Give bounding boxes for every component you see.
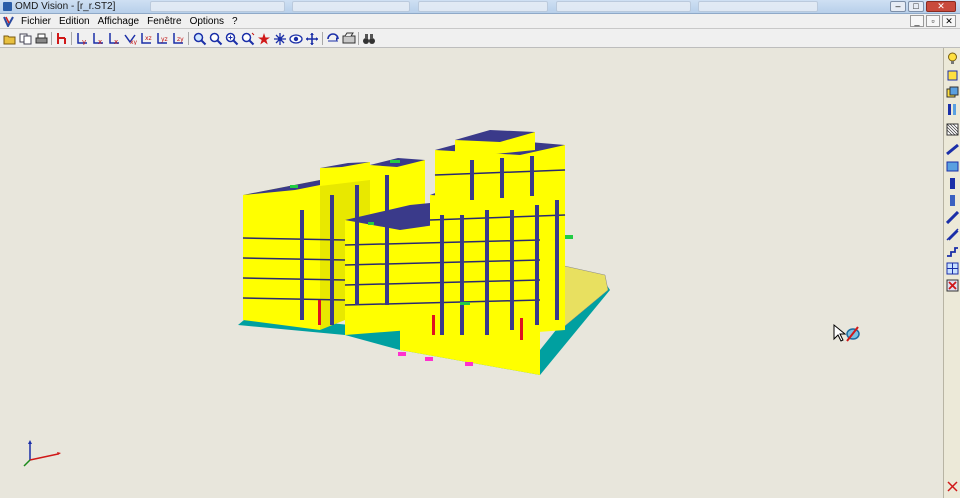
svg-text:x: x xyxy=(114,38,118,45)
building-model[interactable] xyxy=(0,48,943,498)
print-icon[interactable] xyxy=(34,31,49,46)
beam-icon[interactable] xyxy=(946,143,959,156)
brace-icon[interactable] xyxy=(946,228,959,241)
eye-icon[interactable] xyxy=(288,31,303,46)
menu-edition[interactable]: Edition xyxy=(55,15,94,28)
toolbar-separator xyxy=(358,32,359,45)
axis-yz-icon[interactable]: zy xyxy=(170,31,185,46)
main-toolbar: y x x xy xz yz zy xyxy=(0,29,960,48)
red-fork-icon[interactable] xyxy=(54,31,69,46)
axis-y-icon[interactable]: y xyxy=(74,31,89,46)
background-tab xyxy=(698,1,818,12)
delete-icon[interactable] xyxy=(946,279,959,292)
menu-affichage[interactable]: Affichage xyxy=(94,15,144,28)
app-maximize-button[interactable]: □ xyxy=(908,1,924,12)
left-wing-front xyxy=(243,180,320,330)
fit-icon[interactable] xyxy=(272,31,287,46)
column-icon[interactable] xyxy=(946,177,959,190)
layers-icon[interactable] xyxy=(946,86,959,99)
title-bar: OMD Vision - [r_r.ST2] – □ ✕ xyxy=(0,0,960,14)
diagonal-icon[interactable] xyxy=(946,211,959,224)
svg-text:xy: xy xyxy=(130,39,137,45)
app-close-button[interactable]: ✕ xyxy=(926,1,956,12)
axis-x2-icon[interactable]: x xyxy=(106,31,121,46)
document-icon[interactable] xyxy=(3,16,14,27)
menu-fenetre[interactable]: Fenêtre xyxy=(143,15,185,28)
app-minimize-button[interactable]: – xyxy=(890,1,906,12)
column2-icon[interactable] xyxy=(946,194,959,207)
zoom-window-icon[interactable] xyxy=(192,31,207,46)
copy-icon[interactable] xyxy=(18,31,33,46)
grid-icon[interactable] xyxy=(946,262,959,275)
wall-icon[interactable] xyxy=(946,103,959,116)
lightbulb-icon[interactable] xyxy=(946,52,959,65)
axis-triad-icon xyxy=(23,440,61,467)
select-star-icon[interactable] xyxy=(256,31,271,46)
doc-restore-button[interactable]: ▫ xyxy=(926,15,940,27)
app-icon xyxy=(3,2,12,11)
menu-fichier[interactable]: Fichier xyxy=(17,15,55,28)
document-window-controls: _ ▫ ✕ xyxy=(910,15,956,27)
toolbar-separator xyxy=(188,32,189,45)
axis-x-icon[interactable]: x xyxy=(90,31,105,46)
zoom-in-icon[interactable] xyxy=(224,31,239,46)
toolbar-separator xyxy=(71,32,72,45)
bottom-tool-icon[interactable] xyxy=(946,480,959,493)
axis-xz-icon[interactable]: yz xyxy=(154,31,169,46)
slab-icon[interactable] xyxy=(946,160,959,173)
mesh-icon[interactable] xyxy=(946,123,959,136)
menu-bar: Fichier Edition Affichage Fenêtre Option… xyxy=(0,14,960,29)
background-tab xyxy=(292,1,410,12)
background-tab xyxy=(150,1,285,12)
background-tab xyxy=(556,1,691,12)
doc-close-button[interactable]: ✕ xyxy=(942,15,956,27)
binoculars-icon[interactable] xyxy=(361,31,376,46)
svg-text:x: x xyxy=(98,38,102,45)
svg-text:zy: zy xyxy=(177,36,184,43)
rotate-icon[interactable] xyxy=(325,31,340,46)
doc-minimize-button[interactable]: _ xyxy=(910,15,924,27)
menu-help[interactable]: ? xyxy=(228,15,242,28)
background-tab xyxy=(418,1,548,12)
zoom-extents-icon[interactable] xyxy=(208,31,223,46)
render-icon[interactable] xyxy=(341,31,356,46)
window-title: OMD Vision - [r_r.ST2] xyxy=(15,1,116,12)
3d-viewport[interactable] xyxy=(0,48,943,498)
menu-options[interactable]: Options xyxy=(186,15,228,28)
rotate-cursor-icon xyxy=(833,323,860,342)
svg-text:yz: yz xyxy=(161,36,168,43)
cube-icon[interactable] xyxy=(946,69,959,82)
menu-items: Fichier Edition Affichage Fenêtre Option… xyxy=(17,15,242,28)
svg-text:xz: xz xyxy=(145,35,152,42)
toolbar-separator xyxy=(51,32,52,45)
stair-icon[interactable] xyxy=(946,245,959,258)
svg-text:y: y xyxy=(82,38,86,45)
axis-z-icon[interactable]: xz xyxy=(138,31,153,46)
right-tower xyxy=(430,188,565,340)
right-toolbar xyxy=(943,48,960,498)
pan-icon[interactable] xyxy=(304,31,319,46)
toolbar-separator xyxy=(322,32,323,45)
zoom-dynamic-icon[interactable] xyxy=(240,31,255,46)
open-folder-icon[interactable] xyxy=(2,31,17,46)
axis-xy-icon[interactable]: xy xyxy=(122,31,137,46)
